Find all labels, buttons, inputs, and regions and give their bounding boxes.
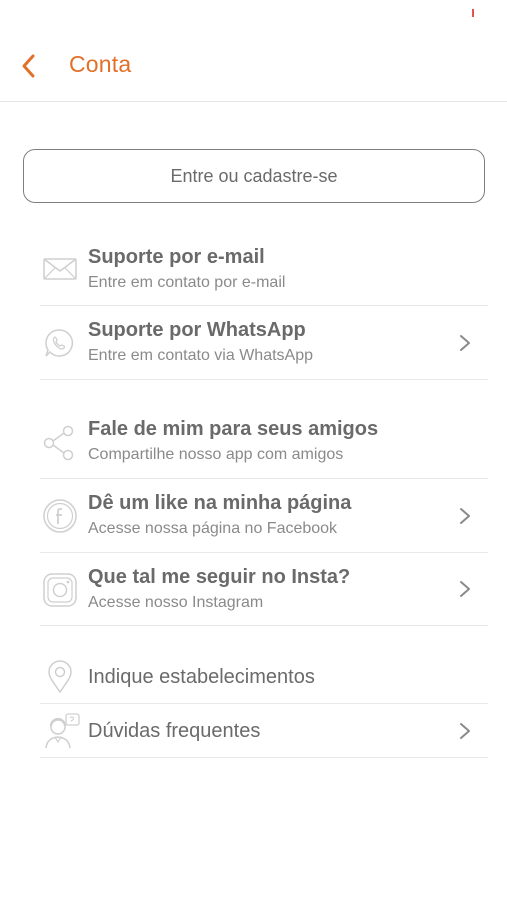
facebook-icon [43,499,77,533]
item-title: Dê um like na minha página [88,492,352,514]
chevron-right-icon [460,581,470,597]
item-subtitle: Acesse nosso Instagram [88,594,264,611]
facebook-page-item[interactable]: Dê um like na minha página Acesse nossa … [40,479,488,553]
item-title: Fale de mim para seus amigos [88,418,379,440]
instagram-item[interactable]: Que tal me seguir no Insta? Acesse nosso… [40,553,488,626]
page-title: Conta [69,51,132,77]
item-title: Indique estabelecimentos [88,666,315,688]
chevron-right-icon [460,508,470,524]
chevron-left-icon [22,54,35,78]
login-register-button[interactable]: Entre ou cadastre-se [23,149,485,203]
faq-person-icon [45,713,80,749]
share-icon [43,425,74,461]
header: Conta [0,0,507,102]
location-pin-icon [48,660,72,694]
whatsapp-icon [45,329,74,357]
faq-item[interactable]: Dúvidas frequentes [40,704,488,758]
suggest-establishments-item[interactable]: Indique estabelecimentos [40,650,488,704]
email-support-item[interactable]: Suporte por e-mail Entre em contato por … [40,233,488,306]
item-subtitle: Entre em contato via WhatsApp [88,347,313,364]
item-title: Suporte por WhatsApp [88,319,306,341]
item-title: Que tal me seguir no Insta? [88,566,351,588]
share-app-item[interactable]: Fale de mim para seus amigos Compartilhe… [40,405,488,479]
whatsapp-support-item[interactable]: Suporte por WhatsApp Entre em contato vi… [40,306,488,380]
chevron-right-icon [460,723,470,739]
item-title: Suporte por e-mail [88,246,265,268]
instagram-icon [43,573,77,607]
item-subtitle: Acesse nossa página no Facebook [88,520,338,537]
item-subtitle: Entre em contato por e-mail [88,274,286,291]
item-subtitle: Compartilhe nosso app com amigos [88,446,344,463]
mail-icon [43,258,77,280]
item-title: Dúvidas frequentes [88,720,261,742]
chevron-right-icon [460,335,470,351]
back-button[interactable] [18,52,44,80]
